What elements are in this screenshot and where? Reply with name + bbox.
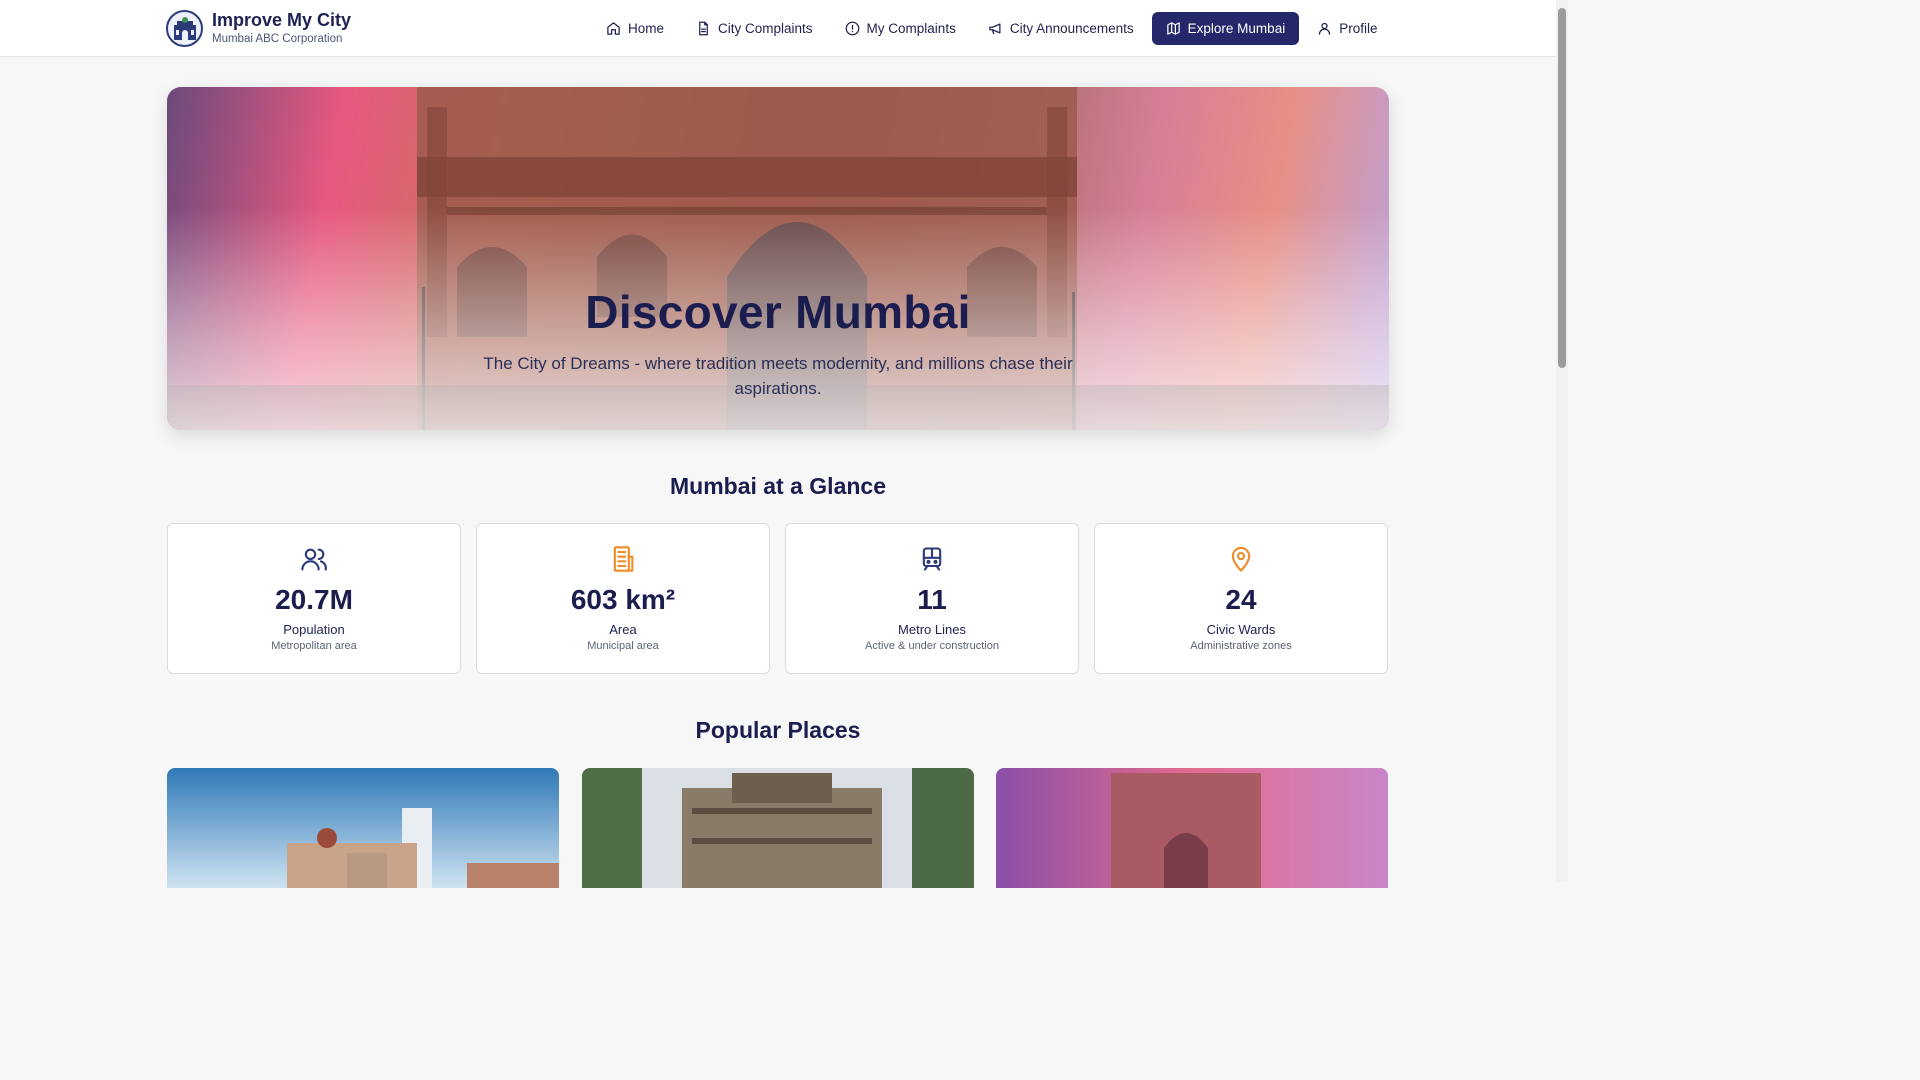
gateway-image xyxy=(996,768,1388,888)
megaphone-icon xyxy=(989,23,1001,35)
nav-profile-label: Profile xyxy=(1339,21,1378,36)
hero-banner: Discover Mumbai The City of Dreams - whe… xyxy=(167,87,1389,430)
stat-value: 20.7M xyxy=(275,584,353,615)
stat-sublabel: Municipal area xyxy=(587,640,659,652)
stat-card-area: 603 km² Area Municipal area xyxy=(476,523,770,674)
scrollbar-thumb[interactable] xyxy=(1558,8,1566,368)
map-icon xyxy=(1166,22,1180,35)
hero-title: Discover Mumbai xyxy=(585,286,971,338)
hero-subtitle: The City of Dreams - where tradition mee… xyxy=(483,354,1073,398)
cst-station-image xyxy=(582,768,974,888)
train-icon xyxy=(922,547,942,571)
users-icon xyxy=(301,548,327,571)
nav-city-announcements[interactable]: City Announcements xyxy=(974,12,1148,45)
main-nav: Home City Complaints My Complaints City … xyxy=(592,12,1395,45)
user-icon xyxy=(1319,22,1331,35)
place-card-cst-station[interactable] xyxy=(582,768,974,888)
stat-label: Metro Lines xyxy=(898,622,966,637)
stat-value: 11 xyxy=(917,584,947,615)
nav-city-complaints[interactable]: City Complaints xyxy=(682,12,827,45)
nav-city-announcements-label: City Announcements xyxy=(1009,21,1134,36)
building-icon xyxy=(613,546,634,572)
top-navbar: Improve My City Mumbai ABC Corporation H… xyxy=(0,0,1556,57)
nav-home-label: Home xyxy=(628,21,665,36)
nav-my-complaints-label: My Complaints xyxy=(866,21,956,36)
stat-sublabel: Administrative zones xyxy=(1190,640,1292,652)
brand-title: Improve My City xyxy=(212,10,352,30)
nav-my-complaints[interactable]: My Complaints xyxy=(831,12,970,45)
stat-card-metro-lines: 11 Metro Lines Active & under constructi… xyxy=(785,523,1079,674)
nav-profile[interactable]: Profile xyxy=(1303,12,1391,45)
brand-subtitle: Mumbai ABC Corporation xyxy=(212,33,343,45)
nav-home[interactable]: Home xyxy=(592,12,678,45)
stat-card-civic-wards: 24 Civic Wards Administrative zones xyxy=(1094,523,1388,674)
page-scrollbar[interactable] xyxy=(1556,0,1568,882)
place-card-gateway-of-india[interactable] xyxy=(996,768,1388,888)
stat-label: Civic Wards xyxy=(1206,622,1276,637)
nav-explore-mumbai[interactable]: Explore Mumbai xyxy=(1151,12,1300,45)
place-card-taj-hotel[interactable] xyxy=(167,768,559,888)
glance-section-title: Mumbai at a Glance xyxy=(669,473,886,499)
stat-card-population: 20.7M Population Metropolitan area xyxy=(167,523,461,674)
stat-label: Population xyxy=(283,622,345,637)
places-section-title: Popular Places xyxy=(695,717,861,743)
stat-sublabel: Metropolitan area xyxy=(271,640,357,652)
map-pin-icon xyxy=(1231,546,1251,572)
taj-hotel-image xyxy=(167,768,559,888)
nav-explore-mumbai-label: Explore Mumbai xyxy=(1187,21,1286,36)
city-logo-icon xyxy=(166,10,203,47)
brand[interactable]: Improve My City Mumbai ABC Corporation xyxy=(166,10,351,47)
home-icon xyxy=(607,22,620,35)
stat-value: 603 km² xyxy=(570,584,676,615)
alert-circle-icon xyxy=(845,21,859,36)
stat-sublabel: Active & under construction xyxy=(865,640,999,652)
stat-label: Area xyxy=(609,622,637,637)
document-icon xyxy=(699,21,708,36)
stat-value: 24 xyxy=(1225,584,1257,615)
nav-city-complaints-label: City Complaints xyxy=(718,21,813,36)
